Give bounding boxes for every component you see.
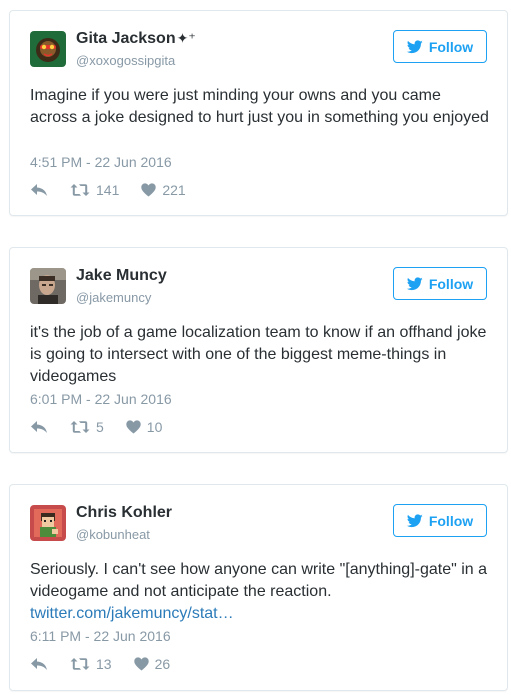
heart-icon	[133, 657, 149, 671]
display-name[interactable]: Chris Kohler	[76, 504, 172, 522]
tweet-card: Jake Muncy @jakemuncy Follow it's the jo…	[9, 247, 508, 453]
user-handle[interactable]: @kobunheat	[76, 527, 150, 542]
reply-icon	[31, 658, 47, 670]
like-count: 26	[154, 656, 171, 672]
reply-button[interactable]	[30, 657, 48, 671]
follow-button[interactable]: Follow	[393, 30, 487, 63]
timestamp[interactable]: 4:51 PM - 22 Jun 2016	[30, 154, 172, 170]
twitter-bird-icon	[406, 513, 423, 527]
tweet-actions: 13 26	[30, 656, 192, 672]
tweet-text-body: Seriously. I can't see how anyone can wr…	[30, 561, 488, 600]
avatar[interactable]	[30, 268, 66, 304]
user-handle[interactable]: @xoxogossipgita	[76, 53, 175, 68]
tweet-text: it's the job of a game localization team…	[30, 324, 487, 385]
tweet-card: Chris Kohler @kobunheat Follow Seriously…	[9, 484, 508, 691]
user-handle[interactable]: @jakemuncy	[76, 290, 151, 305]
timestamp[interactable]: 6:11 PM - 22 Jun 2016	[30, 628, 171, 644]
follow-button[interactable]: Follow	[393, 504, 487, 537]
tweet-text: Seriously. I can't see how anyone can wr…	[30, 559, 490, 625]
timestamp[interactable]: 6:01 PM - 22 Jun 2016	[30, 391, 172, 407]
reply-button[interactable]	[30, 183, 48, 197]
retweet-icon	[70, 658, 90, 670]
tweet-card: Gita Jackson✦⁺ @xoxogossipgita Follow Im…	[9, 10, 508, 216]
tweet-text: Imagine if you were just minding your ow…	[30, 87, 489, 126]
reply-icon	[31, 184, 47, 196]
sparkle-icon: ✦⁺	[176, 30, 196, 46]
tweet-link[interactable]: twitter.com/jakemuncy/stat…	[30, 605, 234, 622]
twitter-bird-icon	[406, 276, 423, 290]
retweet-count: 5	[96, 419, 104, 435]
retweet-button[interactable]: 141	[70, 182, 119, 198]
like-count: 10	[146, 419, 163, 435]
retweet-button[interactable]: 5	[70, 419, 104, 435]
display-name[interactable]: Gita Jackson✦⁺	[76, 30, 196, 48]
avatar[interactable]	[30, 505, 66, 541]
retweet-button[interactable]: 13	[70, 656, 112, 672]
like-button[interactable]: 26	[133, 656, 171, 672]
tweet-actions: 5 10	[30, 419, 184, 435]
heart-icon	[126, 420, 141, 434]
retweet-icon	[70, 421, 90, 433]
retweet-count: 13	[96, 656, 112, 672]
retweet-count: 141	[96, 182, 120, 198]
display-name[interactable]: Jake Muncy	[76, 267, 167, 285]
retweet-icon	[70, 184, 90, 196]
follow-button[interactable]: Follow	[393, 267, 487, 300]
twitter-bird-icon	[406, 39, 423, 53]
avatar[interactable]	[30, 31, 66, 67]
reply-icon	[31, 421, 47, 433]
like-count: 221	[162, 182, 186, 198]
tweet-actions: 141 221	[30, 182, 208, 198]
like-button[interactable]: 221	[141, 182, 186, 198]
reply-button[interactable]	[30, 420, 48, 434]
like-button[interactable]: 10	[126, 419, 163, 435]
heart-icon	[141, 183, 157, 197]
